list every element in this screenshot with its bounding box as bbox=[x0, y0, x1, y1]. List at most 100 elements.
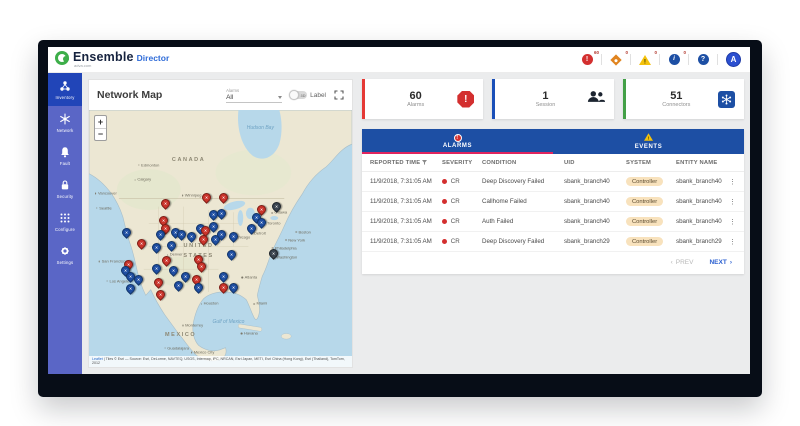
severity-critical-icon bbox=[442, 199, 447, 204]
router-glyph-icon: ✕ bbox=[153, 265, 160, 272]
tab-events[interactable]: ! EVENTS bbox=[553, 129, 744, 154]
device-frame: Ensemble Director adva.com ! 60 0 bbox=[38, 40, 762, 397]
cell-condition: Auth Failed bbox=[482, 218, 564, 225]
stat-card-alarms: 60 Alarms ! bbox=[362, 79, 483, 119]
sidebar-item-security[interactable]: Security bbox=[48, 172, 82, 205]
column-entity-name: ENTITY NAME bbox=[676, 160, 728, 166]
router-glyph-icon: ✕ bbox=[220, 284, 227, 291]
header-icons: ! 60 0 ! 0 bbox=[581, 52, 741, 67]
cell-uid: sbank_branch40 bbox=[564, 218, 626, 225]
cell-system: Controller bbox=[626, 217, 676, 226]
router-glyph-icon: ✕ bbox=[153, 244, 160, 251]
column-condition: CONDITION bbox=[482, 160, 564, 166]
alarms-count: 60 bbox=[374, 90, 457, 103]
table-row[interactable]: 11/9/2018, 7:31:05 AM CR Callhome Failed… bbox=[362, 192, 744, 212]
router-glyph-icon: ✕ bbox=[178, 231, 185, 238]
router-glyph-icon: ✕ bbox=[162, 200, 169, 207]
router-glyph-icon: ✕ bbox=[203, 194, 210, 201]
router-glyph-icon: ✕ bbox=[248, 225, 255, 232]
system-badge: Controller bbox=[626, 237, 663, 246]
table-header: REPORTED TIME SEVERITY CONDITION UID SYS… bbox=[362, 154, 744, 172]
alarms-filter-select[interactable]: All bbox=[226, 94, 282, 103]
cell-entity-name: sbank_branch29 bbox=[676, 238, 728, 245]
alarm-icon: ! bbox=[457, 91, 474, 108]
map-zoom-control: + − bbox=[94, 115, 107, 141]
router-glyph-icon: ✕ bbox=[198, 263, 205, 270]
brand-name: Ensemble bbox=[73, 51, 134, 64]
sidebar-item-fault[interactable]: Fault bbox=[48, 139, 82, 172]
sidebar-item-network[interactable]: Network bbox=[48, 106, 82, 139]
cell-uid: sbank_branch40 bbox=[564, 178, 626, 185]
router-glyph-icon: ✕ bbox=[210, 223, 217, 230]
cell-severity: CR bbox=[442, 198, 482, 205]
router-glyph-icon: ✕ bbox=[157, 231, 164, 238]
connector-icon bbox=[718, 91, 735, 108]
cell-severity: CR bbox=[442, 178, 482, 185]
map-attribution: Leaflet | Tiles © Esri — Source: Esri, D… bbox=[89, 356, 352, 367]
system-badge: Controller bbox=[626, 177, 663, 186]
grid-icon bbox=[59, 212, 72, 225]
brand-logo-icon bbox=[55, 51, 69, 65]
alarms-filter: Alarms All bbox=[226, 88, 282, 103]
brand: Ensemble Director adva.com bbox=[55, 51, 169, 69]
stat-card-connectors: 51 Connectors bbox=[623, 79, 744, 119]
cell-reported-time: 11/9/2018, 7:31:05 AM bbox=[370, 198, 442, 205]
severity-critical-icon bbox=[442, 219, 447, 224]
system-badge: Controller bbox=[626, 217, 663, 226]
cell-uid: sbank_branch40 bbox=[564, 198, 626, 205]
column-reported-time[interactable]: REPORTED TIME bbox=[370, 160, 442, 166]
zoom-in-button[interactable]: + bbox=[95, 116, 106, 128]
cell-condition: Deep Discovery Failed bbox=[482, 238, 564, 245]
gear-icon bbox=[59, 245, 72, 258]
pagination-next[interactable]: NEXT › bbox=[709, 259, 732, 266]
divider bbox=[717, 54, 718, 65]
cell-reported-time: 11/9/2018, 7:31:05 AM bbox=[370, 178, 442, 185]
app-window: Ensemble Director adva.com ! 60 0 bbox=[48, 47, 750, 374]
brand-product: Director bbox=[137, 54, 170, 63]
sidebar-item-configure[interactable]: Configure bbox=[48, 205, 82, 238]
stat-card-session: 1 Session bbox=[492, 79, 613, 119]
severity-critical-icon bbox=[442, 179, 447, 184]
cell-entity-name: sbank_branch40 bbox=[676, 218, 728, 225]
network-icon bbox=[59, 113, 72, 126]
critical-alarms-icon[interactable]: ! 60 bbox=[581, 54, 593, 66]
table-row[interactable]: 11/9/2018, 7:31:05 AM CR Deep Discovery … bbox=[362, 172, 744, 192]
network-map[interactable]: + − CANADA UNITED STATES bbox=[89, 110, 352, 367]
warning-alarms-icon[interactable]: ! 0 bbox=[639, 54, 651, 66]
column-uid: UID bbox=[564, 160, 626, 166]
table-row[interactable]: 11/9/2018, 7:31:05 AM CR Deep Discovery … bbox=[362, 232, 744, 252]
help-icon[interactable]: ? bbox=[697, 54, 709, 66]
column-system: SYSTEM bbox=[626, 160, 676, 166]
chevron-down-icon bbox=[278, 96, 282, 99]
sidebar-item-inventory[interactable]: Inventory bbox=[48, 73, 82, 106]
zoom-out-button[interactable]: − bbox=[95, 128, 106, 140]
sidebar-item-settings[interactable]: Settings bbox=[48, 238, 82, 271]
fullscreen-icon[interactable] bbox=[334, 90, 344, 100]
3d-label-toggle[interactable]: 3D Label bbox=[290, 91, 326, 99]
row-menu-icon[interactable]: ⋮ bbox=[728, 238, 736, 246]
row-menu-icon[interactable]: ⋮ bbox=[728, 218, 736, 226]
pagination-prev[interactable]: ‹ PREV bbox=[671, 259, 694, 266]
row-menu-icon[interactable]: ⋮ bbox=[728, 178, 736, 186]
tab-bar: ! ALARMS ! EVENTS bbox=[362, 129, 744, 154]
table-row[interactable]: 11/9/2018, 7:31:05 AM CR Auth Failed sba… bbox=[362, 212, 744, 232]
tab-alarms[interactable]: ! ALARMS bbox=[362, 129, 553, 154]
brand-domain: adva.com bbox=[74, 64, 169, 68]
major-alarms-icon[interactable]: 0 bbox=[610, 54, 622, 66]
router-glyph-icon: ✕ bbox=[168, 242, 175, 249]
router-glyph-icon: ✕ bbox=[200, 236, 207, 243]
system-badge: Controller bbox=[626, 197, 663, 206]
row-menu-icon[interactable]: ⋮ bbox=[728, 198, 736, 206]
connectors-count: 51 bbox=[635, 90, 718, 103]
table-body: 11/9/2018, 7:31:05 AM CR Deep Discovery … bbox=[362, 172, 744, 252]
router-glyph-icon: ✕ bbox=[163, 257, 170, 264]
users-icon bbox=[587, 90, 605, 108]
main-content: Network Map Alarms All bbox=[82, 73, 750, 374]
user-avatar[interactable]: A bbox=[726, 52, 741, 67]
chevron-left-icon: ‹ bbox=[671, 259, 673, 266]
info-alarms-icon[interactable]: i 0 bbox=[668, 54, 680, 66]
router-glyph-icon: ✕ bbox=[273, 203, 280, 210]
router-glyph-icon: ✕ bbox=[170, 267, 177, 274]
cell-entity-name: sbank_branch40 bbox=[676, 178, 728, 185]
leaflet-link[interactable]: Leaflet bbox=[92, 357, 103, 361]
